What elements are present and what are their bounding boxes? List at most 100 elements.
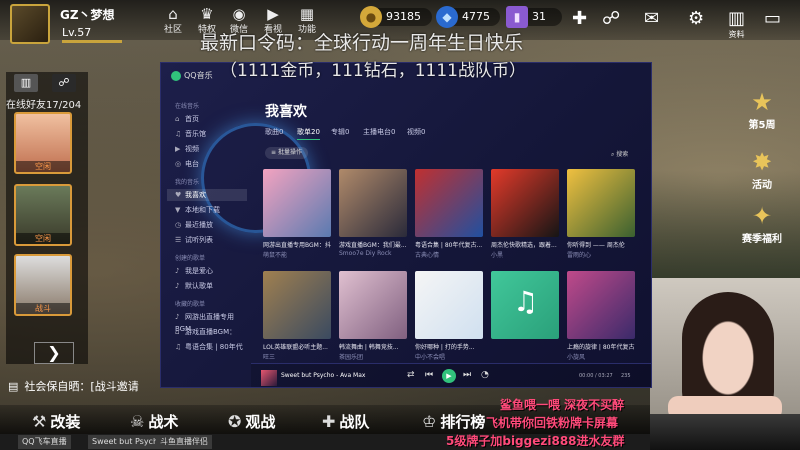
- sidebar-item[interactable]: ⌂ 首页: [175, 113, 245, 125]
- sidebar-item[interactable]: ▼ 本地和下载: [175, 204, 245, 216]
- bottom-nav-trophy[interactable]: ♔ 排行榜: [422, 410, 485, 434]
- sidebar-section: 收藏的歌单: [175, 301, 206, 308]
- taskbar-item[interactable]: QQ飞车直播: [18, 435, 71, 449]
- side-season[interactable]: ✦ 赛季福利: [732, 202, 792, 245]
- playlist-card[interactable]: LOL英雄联盟必听主题... 旺三: [263, 271, 331, 361]
- mail-icon: ✉: [644, 8, 660, 29]
- now-playing-cover[interactable]: [261, 370, 277, 386]
- sidebar-item[interactable]: ♪ 我是爱心: [175, 265, 245, 277]
- playlist-cover[interactable]: [339, 271, 407, 339]
- ranking-tab[interactable]: ▥: [14, 74, 38, 92]
- playlist-creator: 萌鼠不能: [263, 252, 288, 259]
- top-nav-label: 功能: [297, 25, 316, 35]
- playlist-card[interactable]: 粤语合集 | 80年代复古... 古典心情: [415, 169, 483, 259]
- stream-overlay-r2: 飞机带你回铁粉牌卡屏幕: [486, 416, 619, 430]
- batch-label: 批量操作: [277, 149, 302, 156]
- friend-slot-1[interactable]: 空闲: [14, 112, 72, 174]
- playlist-cover[interactable]: [567, 271, 635, 339]
- stream-overlay-r1: 鲨鱼喂一喂 深夜不买醉: [500, 398, 625, 412]
- gear-button[interactable]: ⚙: [688, 8, 704, 29]
- sidebar-item[interactable]: ♥ 我喜欢: [167, 189, 247, 201]
- ticket-currency: ▮ 31: [506, 6, 562, 28]
- bottom-nav-skull[interactable]: ☠ 战术: [130, 410, 178, 434]
- mail-button[interactable]: ✉: [644, 8, 659, 29]
- sidebar-item[interactable]: ♫ 音乐馆: [175, 128, 245, 140]
- expand-arrow-button[interactable]: ❯: [34, 342, 74, 364]
- top-nav-wechat[interactable]: ◉ 微信: [228, 6, 250, 35]
- tab-4[interactable]: 视频0: [407, 127, 425, 137]
- sidebar-item[interactable]: ♪ 默认歌单: [175, 280, 245, 292]
- player-avatar[interactable]: [10, 4, 50, 44]
- shuffle-icon[interactable]: ⇄: [407, 370, 415, 380]
- friends-icon: ☍: [602, 8, 621, 29]
- friend-slot-2[interactable]: 空闲: [14, 184, 72, 246]
- chat-bubble-icon: ▤: [8, 380, 19, 393]
- playlist-card[interactable]: 游戏直播BGM：我们最... Smoo7e Diy Rock: [339, 169, 407, 257]
- taskbar-item[interactable]: 斗鱼直播伴侣: [156, 435, 212, 449]
- book-button[interactable]: ▥ 资料: [728, 8, 745, 40]
- tab-1[interactable]: 歌单20: [297, 127, 320, 140]
- playlist-card[interactable]: 上瘾的旋律 | 80年代复古... 小旋风: [567, 271, 635, 361]
- battery-button[interactable]: ▭: [764, 8, 781, 29]
- playlist-cover[interactable]: [567, 169, 635, 237]
- playlist-card[interactable]: 你好哪种 | 打的手势... 中小不会唱: [415, 271, 483, 361]
- playlist-cover[interactable]: [415, 271, 483, 339]
- top-nav-crown[interactable]: ♛ 特权: [196, 6, 218, 35]
- top-nav-label: 社区: [163, 25, 182, 35]
- top-nav-grid[interactable]: ▦ 功能: [296, 6, 318, 35]
- page-title: 我喜欢: [265, 104, 307, 120]
- sidebar-item-label: 游戏直播BGM：: [185, 328, 237, 336]
- top-nav-home[interactable]: ⌂ 社区: [162, 6, 184, 35]
- bottom-nav-label: 战队: [339, 413, 370, 431]
- playlist-card[interactable]: ♫: [491, 271, 559, 343]
- side-event[interactable]: ✸ 活动: [732, 148, 792, 191]
- playlist-cover[interactable]: [263, 169, 331, 237]
- sidebar-item[interactable]: ☰ 试听列表: [175, 234, 245, 246]
- previous-icon[interactable]: ⏮: [425, 370, 433, 380]
- chevron-right-icon: ❯: [47, 343, 61, 362]
- sidebar-item[interactable]: ▶ 视频: [175, 143, 245, 155]
- queue-count[interactable]: 235: [621, 373, 631, 379]
- sidebar-item[interactable]: ⌂ 游戏直播BGM：: [175, 326, 245, 338]
- tab-0[interactable]: 歌曲0: [265, 127, 283, 137]
- bottom-nav-label: 排行榜: [440, 413, 486, 431]
- friend-status: 战斗: [16, 303, 70, 314]
- qq-music-logo-icon: [171, 70, 181, 81]
- plus-button[interactable]: ✚: [572, 8, 587, 29]
- volume-icon[interactable]: ◔: [481, 370, 489, 380]
- friends-button[interactable]: ☍: [602, 8, 620, 29]
- playlist-card[interactable]: 网游出直播专用BGM：抖... 萌鼠不能: [263, 169, 331, 259]
- sidebar-item-label: 电台: [185, 160, 199, 168]
- friend-slot-3[interactable]: 战斗: [14, 254, 72, 316]
- top-nav-play[interactable]: ▶ 看视: [262, 6, 284, 35]
- friends-tab[interactable]: ☍: [52, 74, 76, 92]
- playlist-card[interactable]: 你听得到 —— 周杰伦 雷雨的心: [567, 169, 635, 259]
- batch-button[interactable]: ≡ 批量操作: [265, 147, 308, 159]
- side-rank-star[interactable]: ★ 第5周: [732, 88, 792, 131]
- tab-3[interactable]: 主播电台0: [363, 127, 395, 137]
- playlist-cover[interactable]: [491, 169, 559, 237]
- playlist-cover[interactable]: [263, 271, 331, 339]
- bottom-nav-team[interactable]: ✚ 战队: [322, 410, 369, 434]
- playlist-cover[interactable]: ♫: [491, 271, 559, 339]
- sidebar-icon: ⌂: [175, 328, 180, 336]
- sidebar-item[interactable]: ◷ 最近播放: [175, 219, 245, 231]
- playlist-card[interactable]: 周杰伦快歌精选，跟着... 小黑: [491, 169, 559, 259]
- next-icon[interactable]: ⏭: [463, 370, 471, 380]
- bottom-nav-wrench[interactable]: ⚒ 改装: [32, 410, 80, 434]
- gear-icon: ⚙: [688, 8, 705, 29]
- streamer-face: [682, 292, 774, 412]
- sidebar-item[interactable]: ◎ 电台: [175, 158, 245, 170]
- sidebar-item[interactable]: ♪ 网游出直播专用BGM: [175, 311, 245, 333]
- playlist-card[interactable]: 韩流舞曲 | 韩舞竞技... 茶园乐团: [339, 271, 407, 361]
- bottom-nav-star[interactable]: ✪ 观战: [228, 410, 275, 434]
- play-button[interactable]: ▶: [442, 369, 456, 383]
- playlist-creator: 小黑: [491, 252, 504, 259]
- playlist-cover[interactable]: [339, 169, 407, 237]
- list-icon: ≡: [271, 149, 278, 156]
- friend-status: 空闲: [16, 233, 70, 244]
- playlist-cover[interactable]: [415, 169, 483, 237]
- tab-2[interactable]: 专辑0: [331, 127, 349, 137]
- sidebar-item[interactable]: ♫ 粤语合集 | 80年代: [175, 341, 245, 353]
- search-button[interactable]: ⌕ 搜索: [611, 149, 628, 159]
